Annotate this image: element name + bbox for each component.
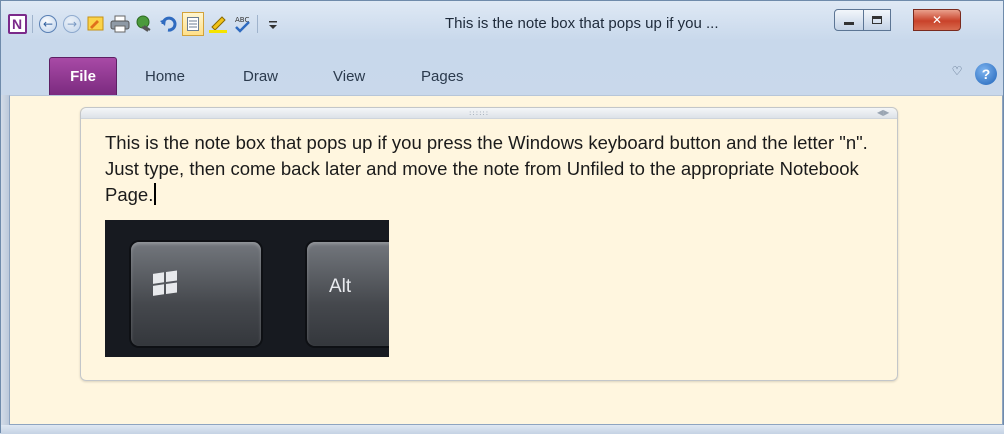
print-button[interactable] bbox=[110, 14, 130, 34]
tab-view[interactable]: View bbox=[333, 57, 365, 95]
minimize-button[interactable] bbox=[834, 9, 864, 31]
forward-button[interactable]: → bbox=[62, 14, 82, 34]
note-text[interactable]: This is the note box that pops up if you… bbox=[105, 130, 885, 208]
title-bar: N ← → ABC This is the note box that pops… bbox=[1, 1, 1004, 45]
note-body-text: This is the note box that pops up if you… bbox=[105, 132, 868, 205]
text-cursor bbox=[154, 183, 157, 205]
tab-file[interactable]: File bbox=[49, 57, 117, 95]
full-page-view-button[interactable] bbox=[182, 12, 204, 36]
ribbon-tabs: File Home Draw View Pages bbox=[1, 57, 1004, 95]
back-icon: ← bbox=[39, 15, 57, 33]
left-edge-bar bbox=[1, 95, 9, 425]
grip-dots-icon: :::::: bbox=[469, 109, 490, 117]
windows-logo-icon bbox=[153, 270, 179, 298]
windows-key-image bbox=[131, 242, 261, 346]
chevron-down-icon: ♡ bbox=[951, 64, 963, 78]
highlighter-button[interactable] bbox=[208, 14, 228, 34]
customize-qat-icon bbox=[269, 21, 277, 29]
quick-access-toolbar: N ← → ABC bbox=[7, 11, 287, 37]
quick-note-icon bbox=[87, 16, 104, 31]
tab-pages[interactable]: Pages bbox=[421, 57, 464, 95]
maximize-button[interactable] bbox=[863, 9, 891, 31]
note-page[interactable]: :::::: ◀▶ This is the note box that pops… bbox=[9, 95, 1003, 425]
minimize-icon bbox=[844, 21, 854, 25]
link-button[interactable] bbox=[134, 14, 154, 34]
onenote-window: N ← → ABC This is the note box that pops… bbox=[0, 0, 1004, 434]
undo-icon bbox=[160, 16, 177, 32]
undo-button[interactable] bbox=[158, 14, 178, 34]
expand-ribbon-button[interactable]: ♡ bbox=[949, 63, 965, 79]
window-title: This is the note box that pops up if you… bbox=[445, 15, 719, 32]
resize-arrows-icon[interactable]: ◀▶ bbox=[877, 108, 889, 117]
forward-icon: → bbox=[63, 15, 81, 33]
tab-home[interactable]: Home bbox=[145, 57, 185, 95]
keyboard-photo: Alt bbox=[105, 220, 389, 357]
maximize-icon bbox=[872, 16, 882, 24]
close-icon: ✕ bbox=[931, 13, 943, 27]
quick-note-button[interactable] bbox=[86, 14, 106, 34]
alt-key-image: Alt bbox=[307, 242, 389, 346]
customize-qat-button[interactable] bbox=[263, 14, 283, 34]
print-icon bbox=[110, 15, 130, 33]
toolbar-separator bbox=[257, 15, 258, 33]
spelling-button[interactable]: ABC bbox=[232, 14, 252, 34]
help-icon: ? bbox=[981, 66, 991, 82]
note-container[interactable]: :::::: ◀▶ This is the note box that pops… bbox=[80, 107, 898, 381]
note-container-grip[interactable]: :::::: ◀▶ bbox=[81, 108, 897, 119]
tab-draw[interactable]: Draw bbox=[243, 57, 278, 95]
highlighter-icon bbox=[209, 16, 227, 33]
spelling-icon: ABC bbox=[235, 16, 250, 33]
link-icon bbox=[136, 15, 151, 32]
full-page-view-icon bbox=[187, 17, 199, 31]
onenote-app-icon[interactable]: N bbox=[7, 14, 27, 34]
toolbar-separator bbox=[32, 15, 33, 33]
alt-key-label: Alt bbox=[329, 276, 352, 297]
help-button[interactable]: ? bbox=[975, 63, 997, 85]
back-button[interactable]: ← bbox=[38, 14, 58, 34]
onenote-logo-icon: N bbox=[7, 14, 27, 34]
close-button[interactable]: ✕ bbox=[913, 9, 961, 31]
